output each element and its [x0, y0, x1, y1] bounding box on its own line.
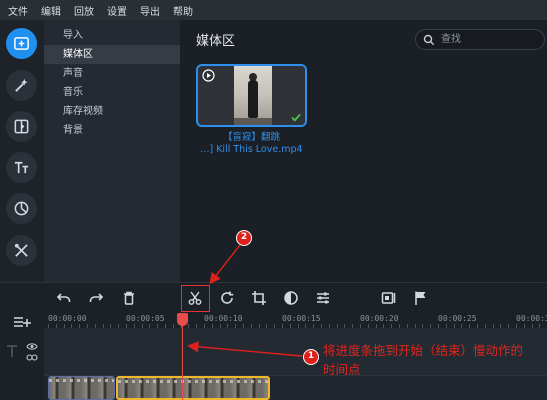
- timeline-ruler[interactable]: 00:00:00 00:00:05 00:00:10 00:00:15 00:0…: [44, 312, 547, 328]
- titles-icon: [14, 161, 29, 174]
- delete-icon[interactable]: [121, 290, 137, 306]
- check-icon: [291, 113, 301, 122]
- properties-icon[interactable]: [315, 290, 331, 306]
- stickers-icon: [14, 201, 29, 216]
- timeline-track-controls: [0, 312, 44, 400]
- search-input[interactable]: [441, 32, 541, 47]
- timeline-toolbar: [0, 282, 547, 312]
- undo-icon[interactable]: [56, 290, 72, 306]
- transitions-icon: [14, 119, 29, 134]
- video-editor-window: 文件 编辑 回放 设置 导出 帮助 导入 媒体区 声音 音乐 库存视频 背景 媒…: [0, 0, 547, 400]
- category-stock-video[interactable]: 库存视频: [44, 102, 180, 121]
- menu-help[interactable]: 帮助: [173, 3, 193, 18]
- search-box[interactable]: [415, 29, 545, 50]
- magic-wand-icon: [15, 78, 28, 92]
- add-track-icon[interactable]: [13, 315, 31, 329]
- link-chain-icon[interactable]: [26, 353, 38, 362]
- transitions-button[interactable]: [6, 111, 37, 142]
- stickers-button[interactable]: [6, 193, 37, 224]
- media-bin: 媒体区 【盲窥】翻跳 ...] Kill This Love.mp4: [180, 20, 547, 282]
- rotate-icon[interactable]: [219, 290, 235, 306]
- tick-label-15: 00:00:15: [282, 314, 321, 323]
- dancer-figure: [248, 80, 258, 118]
- menu-playback[interactable]: 回放: [74, 3, 94, 18]
- file-name: ...] Kill This Love.mp4: [200, 144, 303, 155]
- annotation-text: 将进度条拖到开始（结束）慢动作的时间点: [323, 343, 524, 377]
- more-tools-button[interactable]: [6, 235, 37, 266]
- tick-label-25: 00:00:25: [438, 314, 477, 323]
- clip-sprocket-holes: [118, 380, 268, 383]
- cut-icon[interactable]: [187, 290, 203, 306]
- annotation-badge-2: 2: [236, 230, 252, 246]
- menu-export[interactable]: 导出: [140, 3, 160, 18]
- menu-file[interactable]: 文件: [8, 3, 28, 18]
- marker-flag-icon[interactable]: [413, 290, 429, 306]
- category-sound[interactable]: 声音: [44, 64, 180, 83]
- menu-edit[interactable]: 编辑: [41, 3, 61, 18]
- category-music[interactable]: 音乐: [44, 83, 180, 102]
- import-media-button[interactable]: [6, 28, 37, 59]
- clip-sprocket-holes: [49, 379, 114, 382]
- play-icon: [202, 69, 215, 82]
- category-backgrounds[interactable]: 背景: [44, 121, 180, 140]
- tool-rail: [0, 20, 44, 282]
- media-thumbnail[interactable]: [196, 64, 307, 127]
- category-media-bin[interactable]: 媒体区: [44, 45, 180, 64]
- tick-label-5: 00:00:05: [126, 314, 165, 323]
- fit-screen-icon[interactable]: [381, 290, 397, 306]
- playhead-line: [182, 322, 183, 400]
- video-clip-1[interactable]: [48, 376, 115, 400]
- crop-icon[interactable]: [251, 290, 267, 306]
- category-import[interactable]: 导入: [44, 26, 180, 45]
- tick-label-20: 00:00:20: [360, 314, 399, 323]
- more-tools-icon: [14, 243, 28, 257]
- category-panel: 导入 媒体区 声音 音乐 库存视频 背景: [44, 20, 180, 282]
- playhead-handle[interactable]: [177, 313, 188, 326]
- file-title: 【盲窥】翻跳: [222, 132, 280, 143]
- media-bin-title: 媒体区: [196, 34, 236, 49]
- tick-label-30: 00:00:3: [516, 314, 547, 323]
- text-track-icon: [7, 345, 17, 357]
- tick-label-10: 00:00:10: [204, 314, 243, 323]
- thumbnail-floor: [234, 118, 272, 125]
- import-media-icon: [14, 37, 29, 50]
- tick-label-0: 00:00:00: [48, 314, 87, 323]
- effects-button[interactable]: [6, 70, 37, 101]
- visibility-eye-icon[interactable]: [26, 342, 38, 351]
- menu-bar: 文件 编辑 回放 设置 导出 帮助: [0, 0, 547, 20]
- video-clip-2-selected[interactable]: [116, 376, 270, 400]
- annotation-badge-1: 1: [303, 349, 319, 365]
- color-adjust-icon[interactable]: [283, 290, 299, 306]
- search-icon: [423, 34, 435, 46]
- titles-button[interactable]: [6, 152, 37, 183]
- menu-settings[interactable]: 设置: [107, 3, 127, 18]
- thumbnail-image: [234, 66, 272, 125]
- redo-icon[interactable]: [88, 290, 104, 306]
